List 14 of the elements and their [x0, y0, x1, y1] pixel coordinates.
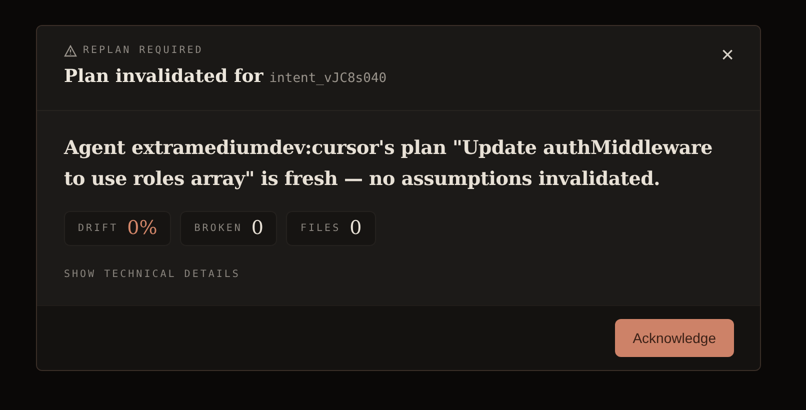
details-link[interactable]: SHOW TECHNICAL DETAILS — [64, 267, 240, 282]
stat-label: DRIFT — [78, 222, 118, 236]
close-button[interactable]: × — [721, 44, 734, 66]
message-text: Agent extramediumdev:cursor's plan "Update authMiddleware to use roles array" is fresh — no assumptions invalidated. — [64, 136, 714, 192]
dialog-title: Plan invalidated for — [64, 65, 264, 89]
eyebrow-label: REPLAN REQUIRED — [83, 44, 204, 58]
warning-icon — [64, 44, 77, 56]
stat-value: 0 — [350, 216, 362, 242]
intent-id: intent_vJC8s040 — [269, 70, 387, 88]
acknowledge-button[interactable]: Acknowledge — [614, 319, 734, 357]
stat-label: BROKEN — [194, 222, 242, 236]
stat-value: 0 — [251, 216, 264, 242]
stat-value: 0% — [127, 216, 158, 242]
stat-label: FILES — [300, 222, 341, 236]
